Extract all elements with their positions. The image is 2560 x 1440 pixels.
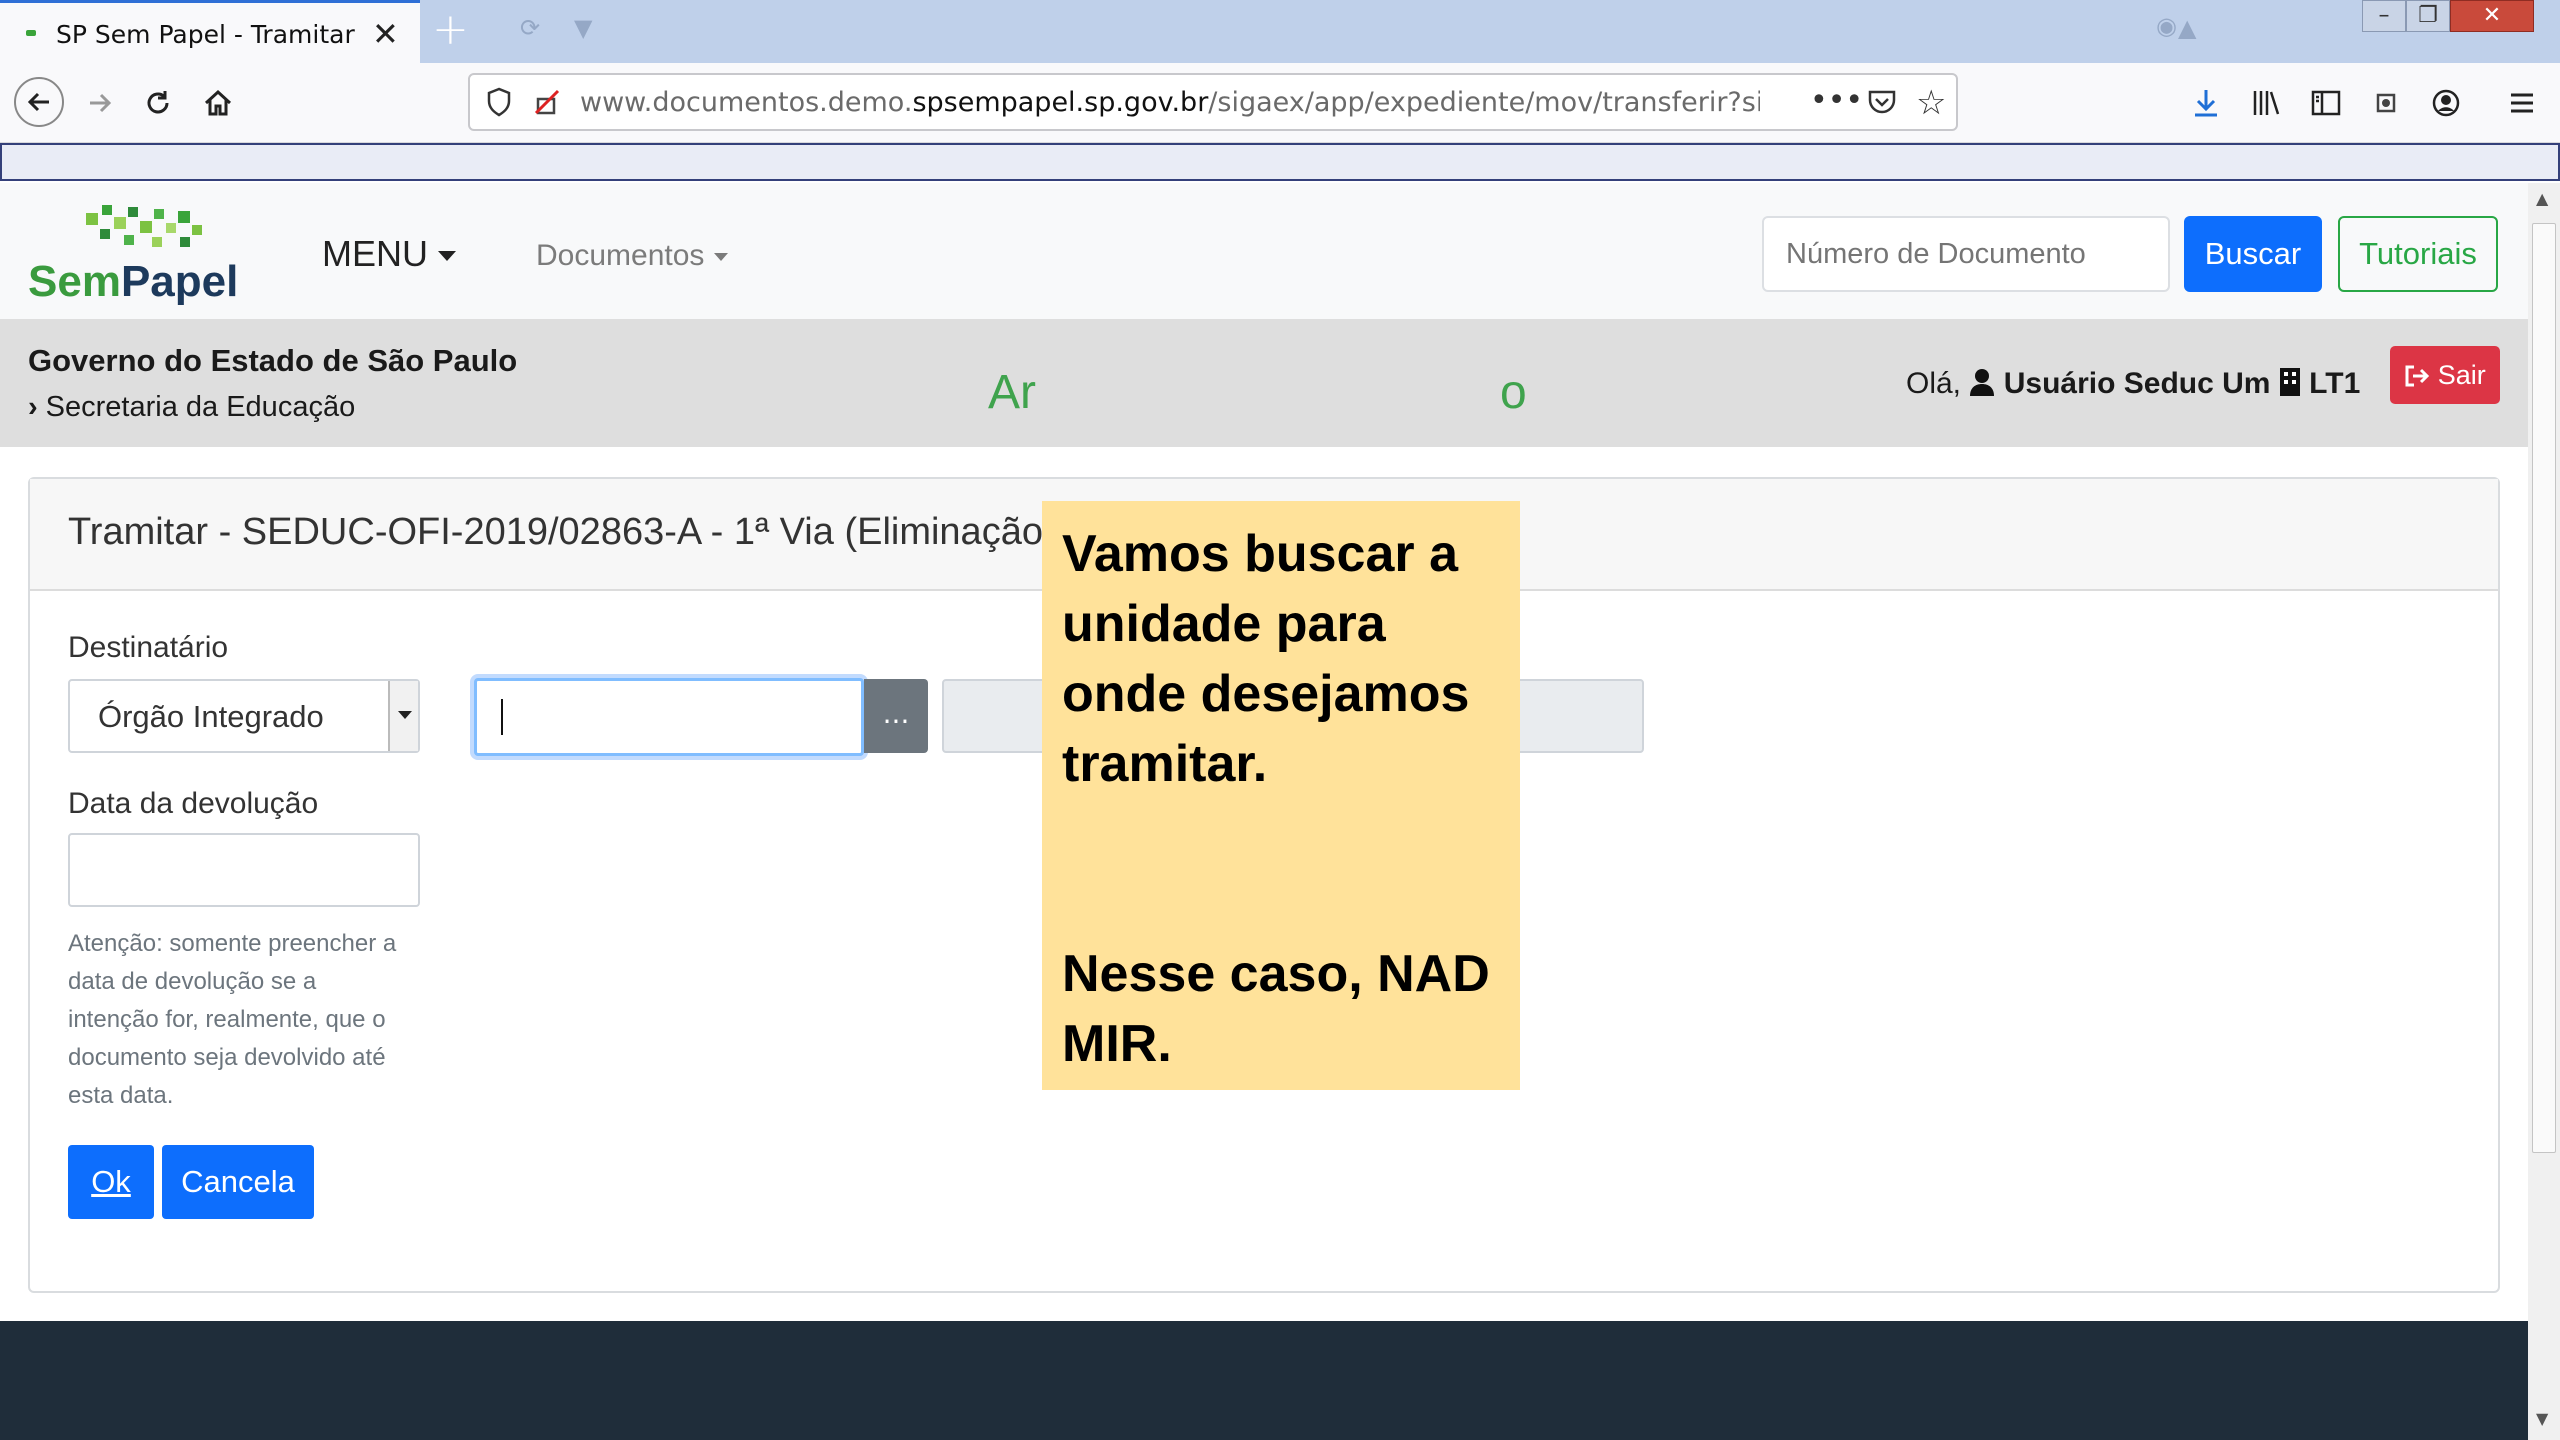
back-arrow-icon[interactable] <box>14 77 64 127</box>
scroll-down-icon[interactable]: ▼ <box>2536 1409 2548 1428</box>
ok-button[interactable]: Ok <box>68 1145 154 1219</box>
browser-tab-strip: SP Sem Papel - Tramitar ✕ + ⟳ ▼ ▲ ◉ – ❐ … <box>0 0 2560 64</box>
logo-text: SemPapel <box>28 257 239 306</box>
pocket-icon[interactable] <box>1866 86 1898 122</box>
tab-title: SP Sem Papel - Tramitar <box>56 20 355 49</box>
forward-arrow-icon[interactable] <box>78 81 122 125</box>
select-arrow-icon <box>388 681 418 751</box>
sign-out-icon <box>2404 360 2438 390</box>
tab-favicon-icon <box>26 30 36 36</box>
buscar-button[interactable]: Buscar <box>2184 216 2322 292</box>
government-header: Governo do Estado de São Paulo › Secretar… <box>0 319 2528 447</box>
search-unit-button[interactable]: ... <box>864 679 928 753</box>
bookmark-star-icon[interactable]: ☆ <box>1916 83 1946 123</box>
sair-button[interactable]: Sair <box>2390 346 2500 404</box>
document-number-input[interactable]: Número de Documento <box>1762 216 2170 292</box>
window-restore-button[interactable]: ❐ <box>2406 0 2450 32</box>
scroll-up-icon[interactable]: ▲ <box>2536 189 2548 208</box>
environment-banner-right: o <box>1500 366 1527 419</box>
unit-sigla-input[interactable] <box>474 678 864 756</box>
url-text: www.documentos.demo.spsempapel.sp.gov.br… <box>580 87 1760 118</box>
page-title: Tramitar - SEDUC-OFI-2019/02863-A - 1ª V… <box>68 511 1056 553</box>
site-navbar: SemPapel MENU Documentos Número de Docum… <box>0 183 2528 319</box>
page-footer <box>0 1321 2528 1440</box>
destinatario-label: Destinatário <box>68 631 229 664</box>
tab-shield-icon: ▼ <box>574 14 593 42</box>
documentos-dropdown[interactable]: Documentos <box>536 239 729 273</box>
user-name[interactable]: Usuário Seduc Um <box>2004 367 2271 400</box>
sidebar-icon[interactable] <box>2304 81 2348 125</box>
web-page: SemPapel MENU Documentos Número de Docum… <box>0 183 2528 1440</box>
menu-caret-icon <box>438 251 456 262</box>
secretaria-link[interactable]: › Secretaria da Educação <box>28 391 355 424</box>
building-icon <box>2279 367 2309 400</box>
tab-bell-icon: ▲ <box>2178 14 2197 42</box>
sempapel-logo[interactable]: SemPapel <box>28 203 248 313</box>
browser-tab-active[interactable]: SP Sem Papel - Tramitar ✕ <box>0 0 420 64</box>
tab-reload-icon: ⟳ <box>520 14 541 42</box>
text-cursor <box>501 699 503 735</box>
user-icon <box>1969 367 2003 400</box>
environment-banner-left: Ar <box>988 366 1036 419</box>
callout-text-2: Nesse caso, NAD MIR. <box>1062 945 1490 1073</box>
reload-icon[interactable] <box>136 81 180 125</box>
data-devolucao-input[interactable] <box>68 833 420 907</box>
callout-text-1: Vamos buscar a unidade para onde desejam… <box>1062 525 1470 793</box>
shield-icon[interactable] <box>486 87 512 121</box>
tab-close-icon[interactable]: ✕ <box>372 15 399 53</box>
government-title: Governo do Estado de São Paulo <box>28 343 518 378</box>
chevron-right-icon: › <box>28 391 38 423</box>
window-minimize-button[interactable]: – <box>2362 0 2406 32</box>
menu-dropdown[interactable]: MENU <box>322 233 456 275</box>
hamburger-menu-icon[interactable] <box>2500 81 2544 125</box>
documentos-caret-icon <box>714 253 729 262</box>
tutorial-callout: Vamos buscar a unidade para onde desejam… <box>1042 501 1520 1090</box>
window-close-button[interactable]: ✕ <box>2450 0 2534 32</box>
address-bar[interactable]: www.documentos.demo.spsempapel.sp.gov.br… <box>468 73 1958 131</box>
logo-pixel-icon <box>86 205 202 247</box>
downloads-icon[interactable] <box>2184 81 2228 125</box>
account-icon[interactable] <box>2424 81 2468 125</box>
cancela-button[interactable]: Cancela <box>162 1145 314 1219</box>
page-actions-icon[interactable]: ••• <box>1810 83 1863 118</box>
user-greeting: Olá, Usuário Seduc Um LT1 <box>1906 367 2361 400</box>
devolucao-help-text: Atenção: somente preencher a data de dev… <box>68 930 397 1109</box>
tab-account-icon: ◉ <box>2156 12 2177 40</box>
home-icon[interactable] <box>196 81 240 125</box>
tutoriais-button[interactable]: Tutoriais <box>2338 216 2498 292</box>
extension-icon[interactable] <box>2364 81 2408 125</box>
unit-code[interactable]: LT1 <box>2309 367 2360 400</box>
new-tab-icon[interactable]: + <box>432 4 469 55</box>
insecure-lock-icon[interactable] <box>532 87 562 121</box>
data-devolucao-label: Data da devolução <box>68 787 319 820</box>
destinatario-select[interactable]: Órgão Integrado <box>68 679 420 753</box>
page-scrollbar[interactable]: ▲ ▼ <box>2528 183 2560 1440</box>
browser-navigation-bar: www.documentos.demo.spsempapel.sp.gov.br… <box>0 63 2560 143</box>
library-icon[interactable] <box>2244 81 2288 125</box>
scrollbar-thumb[interactable] <box>2532 223 2556 1153</box>
toolbar-strip <box>0 143 2560 181</box>
